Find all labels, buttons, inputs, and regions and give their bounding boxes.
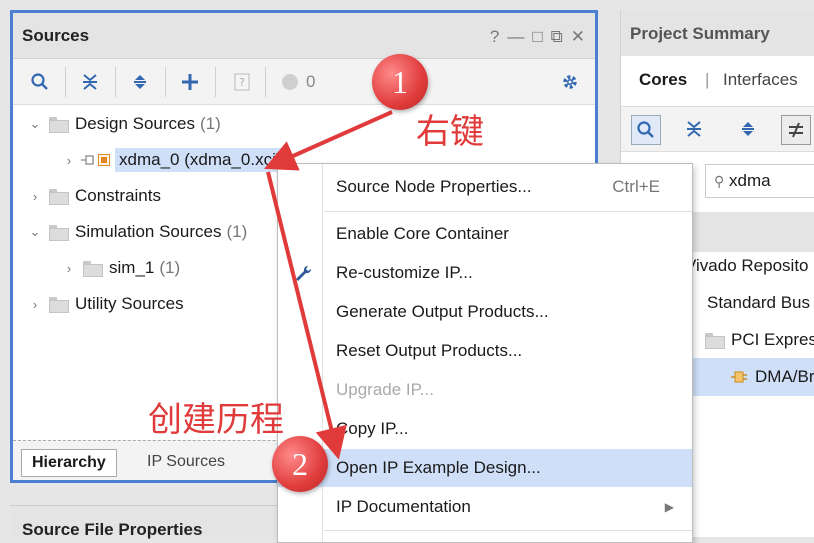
step-1-badge: 1 <box>372 54 428 110</box>
annotation-right-click: 右键 <box>416 112 484 152</box>
step-2-badge: 2 <box>272 436 328 492</box>
arrow-step1 <box>264 110 393 171</box>
annotation-create-example: 创建历程 <box>148 400 284 440</box>
